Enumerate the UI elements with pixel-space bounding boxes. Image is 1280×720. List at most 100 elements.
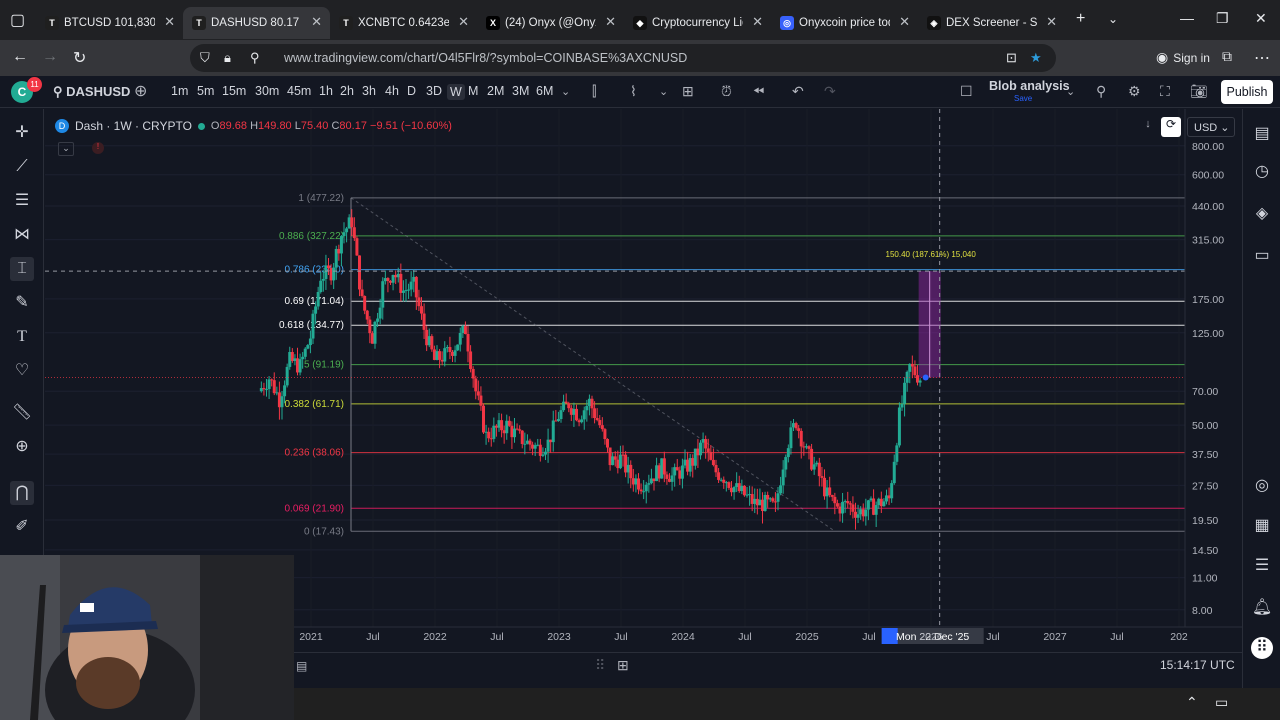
minimize-icon[interactable]: — — [1180, 10, 1194, 26]
new-tab-button[interactable]: + — [1076, 10, 1085, 28]
auto-scale-icon[interactable]: ⟳ — [1161, 117, 1181, 137]
candle-type-icon[interactable]: ⫿ — [592, 83, 596, 100]
redo-icon[interactable]: ↷ — [824, 83, 836, 100]
replay-icon[interactable]: ⏪︎ — [753, 83, 764, 100]
layout-save-label[interactable]: Save — [1014, 94, 1032, 103]
timeframe-2m[interactable]: 2M — [487, 84, 504, 98]
timeframe-30m[interactable]: 30m — [255, 84, 279, 98]
browser-tab[interactable]: T DASHUSD 80.17 ▼ −2 ✕ — [183, 7, 330, 39]
browser-tab[interactable]: X (24) Onyx (@Onyx) / X ✕ — [477, 7, 624, 39]
layout-checkbox-icon[interactable]: ☐ — [960, 83, 973, 100]
tab-close-icon[interactable]: ✕ — [1046, 14, 1057, 30]
browser-tab[interactable]: ◎ Onyxcoin price today, ✕ — [771, 7, 918, 39]
brush-icon[interactable]: ✎ — [10, 291, 34, 315]
alerts-clock-icon[interactable]: ◷ — [1251, 161, 1273, 183]
browser-tab[interactable]: T BTCUSD 101,830.00 ▼ ✕ — [36, 7, 183, 39]
fib-retracement-icon[interactable]: ☰ — [10, 189, 34, 213]
undo-icon[interactable]: ↶ — [792, 83, 804, 100]
symbol-search[interactable]: ⚲ DASHUSD — [53, 84, 130, 100]
back-icon[interactable]: ← — [12, 48, 28, 66]
timeframe-w[interactable]: W — [447, 84, 465, 100]
maximize-icon[interactable]: ❐ — [1216, 10, 1229, 27]
browser-tab[interactable]: ◈ DEX Screener - Search ✕ — [918, 7, 1065, 39]
tab-close-icon[interactable]: ✕ — [164, 14, 175, 30]
indicators-dropdown-icon[interactable]: ⌄ — [659, 85, 668, 98]
layout-grid-icon[interactable]: ⊞ — [682, 83, 694, 100]
legend-symbol-name[interactable]: Dash · 1W · CRYPTO — [75, 119, 192, 133]
lock-icon[interactable]: 🔒︎ — [224, 50, 231, 66]
reload-icon[interactable]: ↻ — [73, 48, 86, 68]
timeframe-3h[interactable]: 3h — [362, 84, 376, 98]
timeframe-5m[interactable]: 5m — [197, 84, 214, 98]
layers-icon[interactable]: ◈ — [1251, 203, 1273, 225]
timeframe-3d[interactable]: 3D — [426, 84, 442, 98]
help-grid-icon[interactable]: ⠿ — [1251, 637, 1273, 659]
shield-icon[interactable]: ⛉ — [200, 50, 210, 66]
tab-close-icon[interactable]: ✕ — [752, 14, 763, 30]
date-range-icon[interactable]: ▤ — [296, 659, 307, 673]
calendar-icon[interactable]: ▦ — [1251, 515, 1273, 537]
layout-dropdown-icon[interactable]: ⌄ — [1066, 85, 1075, 98]
favorite-tools-icon[interactable]: ♡ — [10, 359, 34, 383]
tab-close-icon[interactable]: ✕ — [311, 14, 322, 30]
fullscreen-icon[interactable]: ⛶ — [1160, 83, 1170, 100]
timeframe-3m[interactable]: 3M — [512, 84, 529, 98]
layout-name[interactable]: Blob analysis — [989, 79, 1070, 93]
forward-icon[interactable]: → — [42, 48, 58, 66]
currency-select[interactable]: USD ⌄ — [1187, 117, 1235, 137]
pattern-icon[interactable]: ⋈ — [10, 223, 34, 247]
download-icon[interactable]: ↓ — [1139, 118, 1157, 136]
tab-list-chevron-icon[interactable]: ⌄ — [1108, 12, 1118, 26]
notifications-bell-icon[interactable]: 🔔︎ — [1251, 597, 1273, 619]
news-feed-icon[interactable]: ☰ — [1251, 555, 1273, 577]
target-icon[interactable]: ◎ — [1251, 475, 1273, 497]
utc-clock[interactable]: 15:14:17 UTC — [1160, 658, 1235, 672]
legend-collapse-icon[interactable]: ⌄ — [58, 142, 74, 156]
reader-mode-icon[interactable]: ⊡ — [1006, 50, 1017, 66]
close-window-icon[interactable]: ✕ — [1255, 10, 1267, 27]
text-tool-icon[interactable]: T — [10, 325, 34, 349]
sign-in-button[interactable]: ◉ Sign in — [1156, 49, 1210, 66]
timeframe-d[interactable]: D — [407, 84, 416, 98]
compare-symbol-icon[interactable]: ⊕ — [134, 81, 147, 101]
zoom-in-icon[interactable]: ⊕ — [10, 435, 34, 459]
lock-drawings-icon[interactable]: ✐ — [10, 515, 34, 539]
tray-expand-icon[interactable]: ⌃ — [1186, 694, 1198, 711]
timeframe-1m[interactable]: 1m — [171, 84, 188, 98]
snapshot-camera-icon[interactable]: 📷︎ — [1190, 83, 1208, 100]
publish-button[interactable]: Publish — [1221, 80, 1273, 104]
timeframe-45m[interactable]: 45m — [287, 84, 311, 98]
tab-close-icon[interactable]: ✕ — [458, 14, 469, 30]
chat-icon[interactable]: ▭ — [1251, 245, 1273, 267]
quick-search-icon[interactable]: ⚲ — [1096, 83, 1106, 100]
tray-screen-icon[interactable]: ▭ — [1215, 694, 1228, 711]
timeframe-2h[interactable]: 2h — [340, 84, 354, 98]
tab-search-icon[interactable]: ▢ — [10, 10, 25, 30]
drag-handle-icon[interactable]: ⠿ — [595, 657, 605, 674]
extensions-icon[interactable]: ⧉ — [1222, 48, 1232, 65]
timeframe-m[interactable]: M — [468, 84, 478, 98]
browser-tab[interactable]: T XCNBTC 0.6423e-7 ▲ ✕ — [330, 7, 477, 39]
site-info-icon[interactable]: ⚲ — [250, 50, 260, 66]
timeframe-6m[interactable]: 6M — [536, 84, 553, 98]
tab-close-icon[interactable]: ✕ — [899, 14, 910, 30]
magnet-icon[interactable]: ⋂ — [10, 481, 34, 505]
crosshair-icon[interactable]: ✛ — [10, 121, 34, 145]
address-bar[interactable]: ⛉ 🔒︎ ⚲ www.tradingview.com/chart/O4l5Flr… — [190, 44, 1056, 72]
ruler-icon[interactable]: 📏︎ — [10, 401, 34, 425]
trend-line-icon[interactable]: ⟋ — [10, 155, 34, 179]
panel-toggle-icon[interactable]: ⊞ — [617, 657, 629, 674]
timeframe-dropdown-icon[interactable]: ⌄ — [561, 85, 570, 98]
measure-tool-icon[interactable]: ⌶ — [10, 257, 34, 281]
menu-icon[interactable]: ⋯ — [1254, 48, 1270, 68]
browser-tab[interactable]: ◆ Cryptocurrency Liquid ✕ — [624, 7, 771, 39]
settings-gear-icon[interactable]: ⚙ — [1128, 83, 1141, 100]
bookmark-star-icon[interactable]: ★ — [1030, 50, 1042, 66]
indicators-icon[interactable]: ⌇ — [630, 83, 637, 100]
timeframe-4h[interactable]: 4h — [385, 84, 399, 98]
timeframe-15m[interactable]: 15m — [222, 84, 246, 98]
timeframe-1h[interactable]: 1h — [319, 84, 333, 98]
tab-close-icon[interactable]: ✕ — [605, 14, 616, 30]
alert-icon[interactable]: ⏰︎ — [721, 83, 732, 100]
watchlist-icon[interactable]: ▤ — [1251, 123, 1273, 145]
